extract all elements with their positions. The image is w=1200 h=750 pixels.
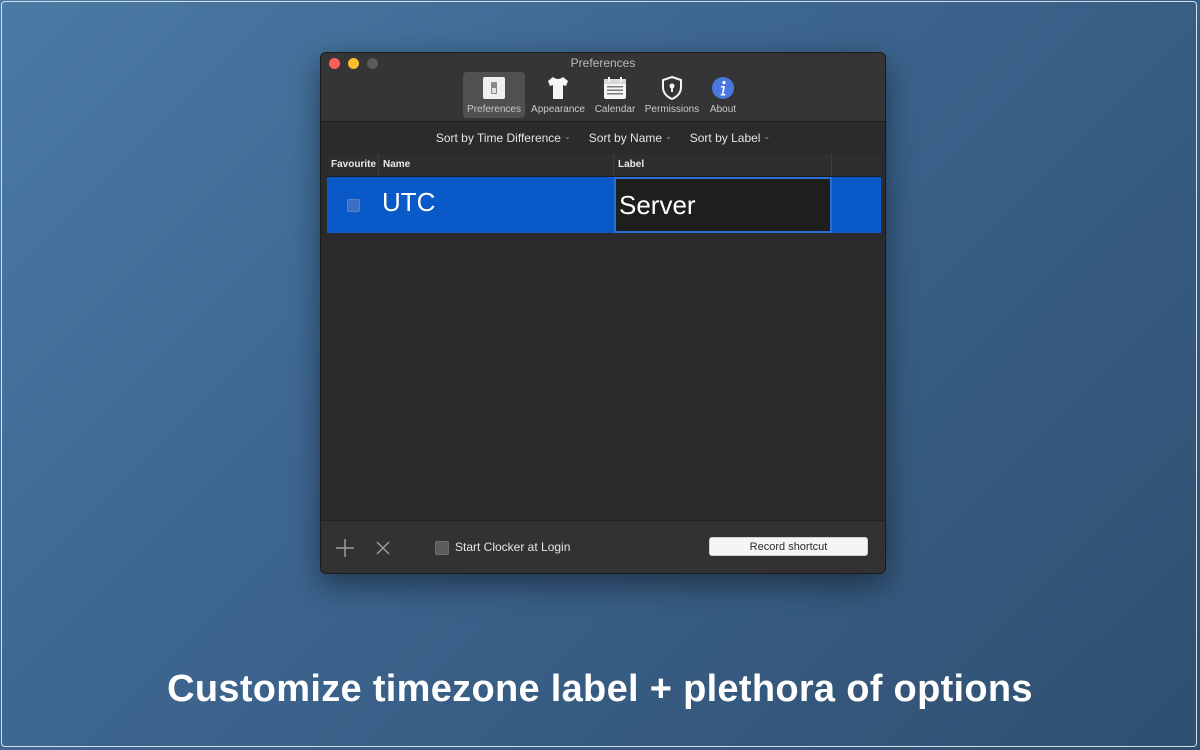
- caption: Customize timezone label + plethora of o…: [167, 668, 1033, 710]
- sort-by-label-label: Sort by Label: [689, 131, 761, 145]
- plus-icon: [336, 539, 354, 557]
- info-icon: [710, 75, 736, 101]
- tab-preferences[interactable]: Preferences: [463, 72, 525, 118]
- favourite-checkbox[interactable]: [347, 199, 360, 212]
- tab-about-label: About: [709, 104, 737, 115]
- chevron-down-icon: ⌄: [665, 131, 672, 141]
- start-at-login-checkbox[interactable]: [435, 541, 449, 555]
- sort-by-label[interactable]: Sort by Label ⌄: [690, 131, 770, 145]
- titlebar: Preferences Preferences Appearance Calen…: [321, 53, 885, 122]
- tab-calendar[interactable]: Calendar: [591, 72, 639, 118]
- tab-preferences-label: Preferences: [467, 104, 521, 115]
- column-header-name[interactable]: Name: [379, 154, 614, 176]
- chevron-down-icon: ⌄: [563, 131, 571, 141]
- timezone-table: Favourite Name Label UTC: [327, 154, 881, 524]
- start-at-login-label: Start Clocker at Login: [455, 540, 571, 554]
- window-title: Preferences: [570, 56, 636, 70]
- sort-by-name-label: Sort by Name: [588, 131, 663, 145]
- column-header-empty: [832, 154, 881, 176]
- timezone-name: UTC: [382, 187, 436, 217]
- sort-by-time-difference-label: Sort by Time Difference: [435, 131, 561, 145]
- bottom-bar: Start Clocker at Login Record shortcut: [321, 520, 885, 573]
- preferences-toolbar: Preferences Appearance Calendar Permissi…: [463, 72, 741, 118]
- table-header: Favourite Name Label: [327, 154, 881, 177]
- tab-permissions-label: Permissions: [644, 104, 700, 115]
- tshirt-icon: [545, 75, 571, 101]
- tab-permissions[interactable]: Permissions: [639, 72, 705, 118]
- sort-by-name[interactable]: Sort by Name ⌄: [589, 131, 672, 145]
- chevron-down-icon: ⌄: [763, 131, 771, 141]
- timezone-label-field[interactable]: [614, 177, 832, 233]
- shield-icon: [659, 75, 685, 101]
- tab-about[interactable]: About: [705, 72, 741, 118]
- tab-calendar-label: Calendar: [594, 104, 636, 115]
- switch-icon: [481, 75, 507, 101]
- sort-by-time-difference[interactable]: Sort by Time Difference ⌄: [436, 131, 571, 145]
- column-header-favourite[interactable]: Favourite: [327, 154, 379, 176]
- column-header-label[interactable]: Label: [614, 154, 832, 176]
- table-row[interactable]: UTC: [327, 177, 881, 233]
- add-timezone-button[interactable]: [334, 537, 356, 559]
- calendar-icon: [602, 75, 628, 101]
- record-shortcut-button[interactable]: Record shortcut: [709, 537, 868, 556]
- tab-appearance[interactable]: Appearance: [525, 72, 591, 118]
- sort-bar: Sort by Time Difference ⌄ Sort by Name ⌄…: [321, 122, 885, 154]
- preferences-window: Preferences Preferences Appearance Calen…: [320, 52, 886, 574]
- remove-timezone-button[interactable]: [372, 537, 394, 559]
- close-icon: [376, 541, 390, 555]
- tab-appearance-label: Appearance: [531, 104, 585, 115]
